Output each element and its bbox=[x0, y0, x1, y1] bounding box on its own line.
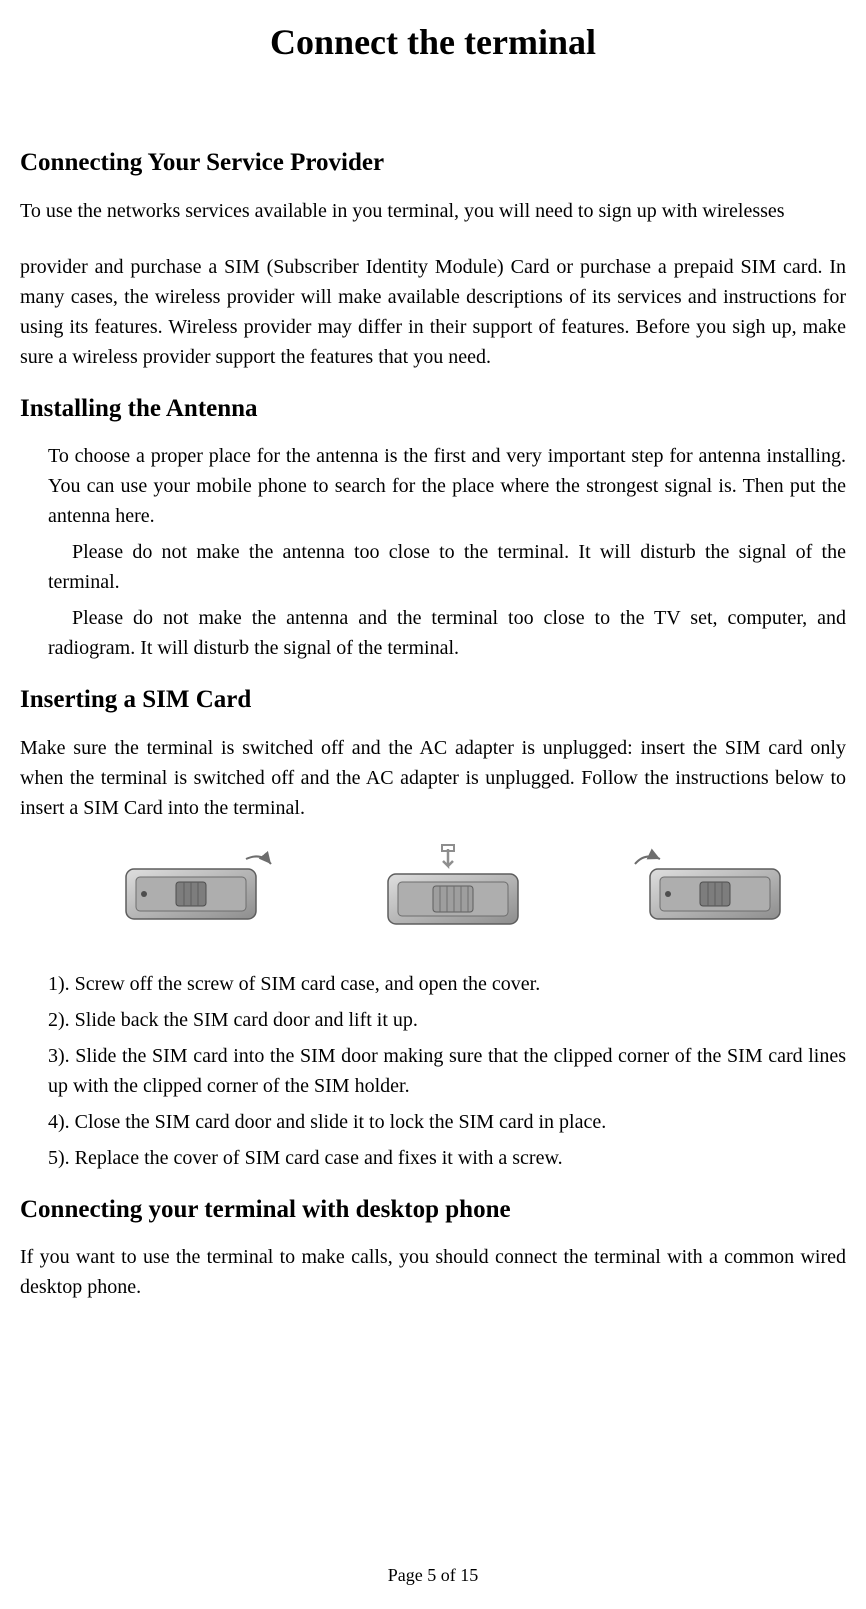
heading-service-provider: Connecting Your Service Provider bbox=[20, 144, 846, 182]
paragraph-service-provider-2: provider and purchase a SIM (Subscriber … bbox=[20, 252, 846, 372]
heading-desktop-phone: Connecting your terminal with desktop ph… bbox=[20, 1191, 846, 1229]
sim-step-3: 3). Slide the SIM card into the SIM door… bbox=[48, 1041, 846, 1101]
sim-step-1: 1). Screw off the screw of SIM card case… bbox=[48, 969, 846, 999]
heading-antenna: Installing the Antenna bbox=[20, 390, 846, 428]
sim-step-2: 2). Slide back the SIM card door and lif… bbox=[48, 1005, 846, 1035]
page-title: Connect the terminal bbox=[20, 15, 846, 69]
page-footer: Page 5 of 15 bbox=[20, 1562, 846, 1589]
sim-step-5: 5). Replace the cover of SIM card case a… bbox=[48, 1143, 846, 1173]
paragraph-sim-intro: Make sure the terminal is switched off a… bbox=[20, 733, 846, 823]
paragraph-antenna-3: Please do not make the antenna and the t… bbox=[48, 603, 846, 663]
sim-step-4: 4). Close the SIM card door and slide it… bbox=[48, 1107, 846, 1137]
paragraph-service-provider-1: To use the networks services available i… bbox=[20, 196, 846, 226]
sim-image-step-3-icon bbox=[630, 844, 800, 934]
sim-image-step-2-icon bbox=[368, 844, 538, 934]
sim-image-step-1-icon bbox=[106, 844, 276, 934]
paragraph-antenna-2: Please do not make the antenna too close… bbox=[48, 537, 846, 597]
paragraph-antenna-1: To choose a proper place for the antenna… bbox=[48, 441, 846, 531]
heading-sim-card: Inserting a SIM Card bbox=[20, 681, 846, 719]
paragraph-desktop-phone: If you want to use the terminal to make … bbox=[20, 1242, 846, 1302]
sim-images-row bbox=[60, 839, 846, 939]
